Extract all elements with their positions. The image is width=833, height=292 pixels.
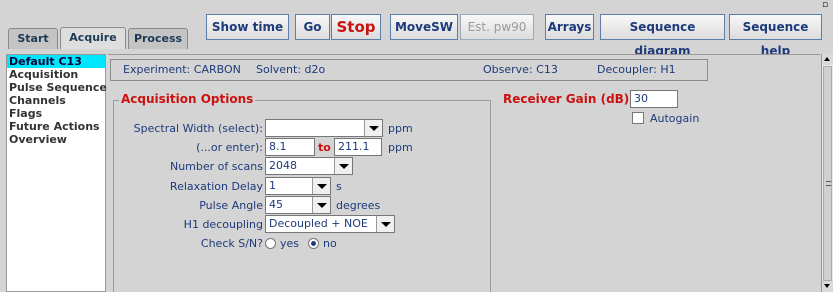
chevron-down-icon[interactable] [376, 216, 394, 232]
window-restore-icon[interactable]: ▫ [822, 1, 830, 10]
spectral-width-select[interactable] [265, 119, 383, 137]
stop-button[interactable]: Stop [331, 14, 381, 40]
scans-label: Number of scans [169, 160, 263, 173]
chevron-down-icon[interactable] [312, 178, 330, 194]
left-item-future-actions[interactable]: Future Actions [7, 120, 105, 133]
solvent-label: Solvent: d2o [256, 63, 326, 76]
check-sn-yes-label[interactable]: yes [280, 237, 299, 250]
receiver-gain-title: Receiver Gain (dB) [503, 92, 630, 106]
h1-decoupling-label: H1 decoupling [183, 218, 263, 231]
check-sn-no-radio[interactable] [308, 238, 319, 249]
scans-value: 2048 [269, 159, 297, 172]
chevron-down-icon[interactable] [364, 120, 382, 136]
chevron-down-icon[interactable] [312, 197, 330, 213]
left-item-pulse-sequence[interactable]: Pulse Sequence [7, 81, 107, 94]
left-item-channels[interactable]: Channels [7, 94, 105, 107]
check-sn-label: Check S/N? [200, 237, 263, 250]
scroll-down-icon[interactable] [822, 281, 833, 292]
or-enter-label: (...or enter): [196, 141, 263, 154]
acquisition-options-title: Acquisition Options [119, 92, 256, 106]
go-button[interactable]: Go [295, 14, 330, 40]
pulse-angle-label: Pulse Angle [199, 199, 263, 212]
h1-decoupling-select[interactable]: Decoupled + NOE [265, 215, 395, 233]
left-item-acquisition[interactable]: Acquisition [7, 68, 105, 81]
left-item-default-c13[interactable]: Default C13 [7, 55, 105, 68]
experiment-label: Experiment: CARBON [123, 63, 241, 76]
movesw-button[interactable]: MoveSW [390, 14, 458, 40]
range-to-label: to [318, 141, 331, 154]
check-sn-yes-radio[interactable] [265, 238, 276, 249]
decoupler-label: Decoupler: H1 [597, 63, 676, 76]
top-toolbar: Start Acquire Process Show time Go Stop … [0, 0, 833, 58]
h1-decoupling-value: Decoupled + NOE [269, 217, 368, 230]
range-unit: ppm [388, 141, 413, 154]
autogain-label[interactable]: Autogain [650, 112, 699, 125]
relaxation-delay-unit: s [336, 180, 342, 193]
relaxation-delay-value: 1 [269, 179, 276, 192]
grip-icon [826, 181, 831, 186]
chevron-down-icon[interactable] [334, 158, 352, 174]
scroll-thumb[interactable] [823, 66, 832, 281]
relaxation-delay-select[interactable]: 1 [265, 177, 331, 195]
left-panel-list: Default C13 Acquisition Pulse Sequence C… [6, 54, 107, 292]
experiment-info-bar: Experiment: CARBON Solvent: d2o Observe:… [110, 59, 708, 81]
sequence-diagram-button[interactable]: Sequence diagram [600, 14, 725, 58]
left-item-overview[interactable]: Overview [7, 133, 105, 146]
relaxation-delay-label: Relaxation Delay [169, 180, 263, 193]
vertical-scrollbar[interactable] [821, 54, 833, 292]
receiver-gain-field[interactable]: 30 [630, 90, 678, 108]
pulse-angle-select[interactable]: 45 [265, 196, 331, 214]
arrays-button[interactable]: Arrays [545, 14, 594, 40]
autogain-checkbox[interactable] [632, 112, 644, 124]
left-item-flags[interactable]: Flags [7, 107, 105, 120]
tab-start[interactable]: Start [8, 28, 58, 49]
pulse-angle-value: 45 [269, 198, 283, 211]
spectral-width-label: Spectral Width (select): [133, 122, 263, 135]
pulse-angle-unit: degrees [336, 199, 381, 212]
check-sn-no-label[interactable]: no [323, 237, 337, 250]
tab-process[interactable]: Process [128, 28, 188, 49]
range-from-field[interactable]: 8.1 [265, 138, 315, 156]
show-time-button[interactable]: Show time [206, 14, 289, 40]
range-to-field[interactable]: 211.1 [334, 138, 382, 156]
sequence-help-button[interactable]: Sequence help [729, 14, 822, 58]
spectral-width-unit: ppm [388, 122, 413, 135]
scans-select[interactable]: 2048 [265, 157, 353, 175]
scroll-up-icon[interactable] [822, 54, 833, 65]
tab-acquire[interactable]: Acquire [60, 27, 126, 49]
est-pw90-button[interactable]: Est. pw90 [460, 14, 534, 40]
observe-label: Observe: C13 [483, 63, 558, 76]
